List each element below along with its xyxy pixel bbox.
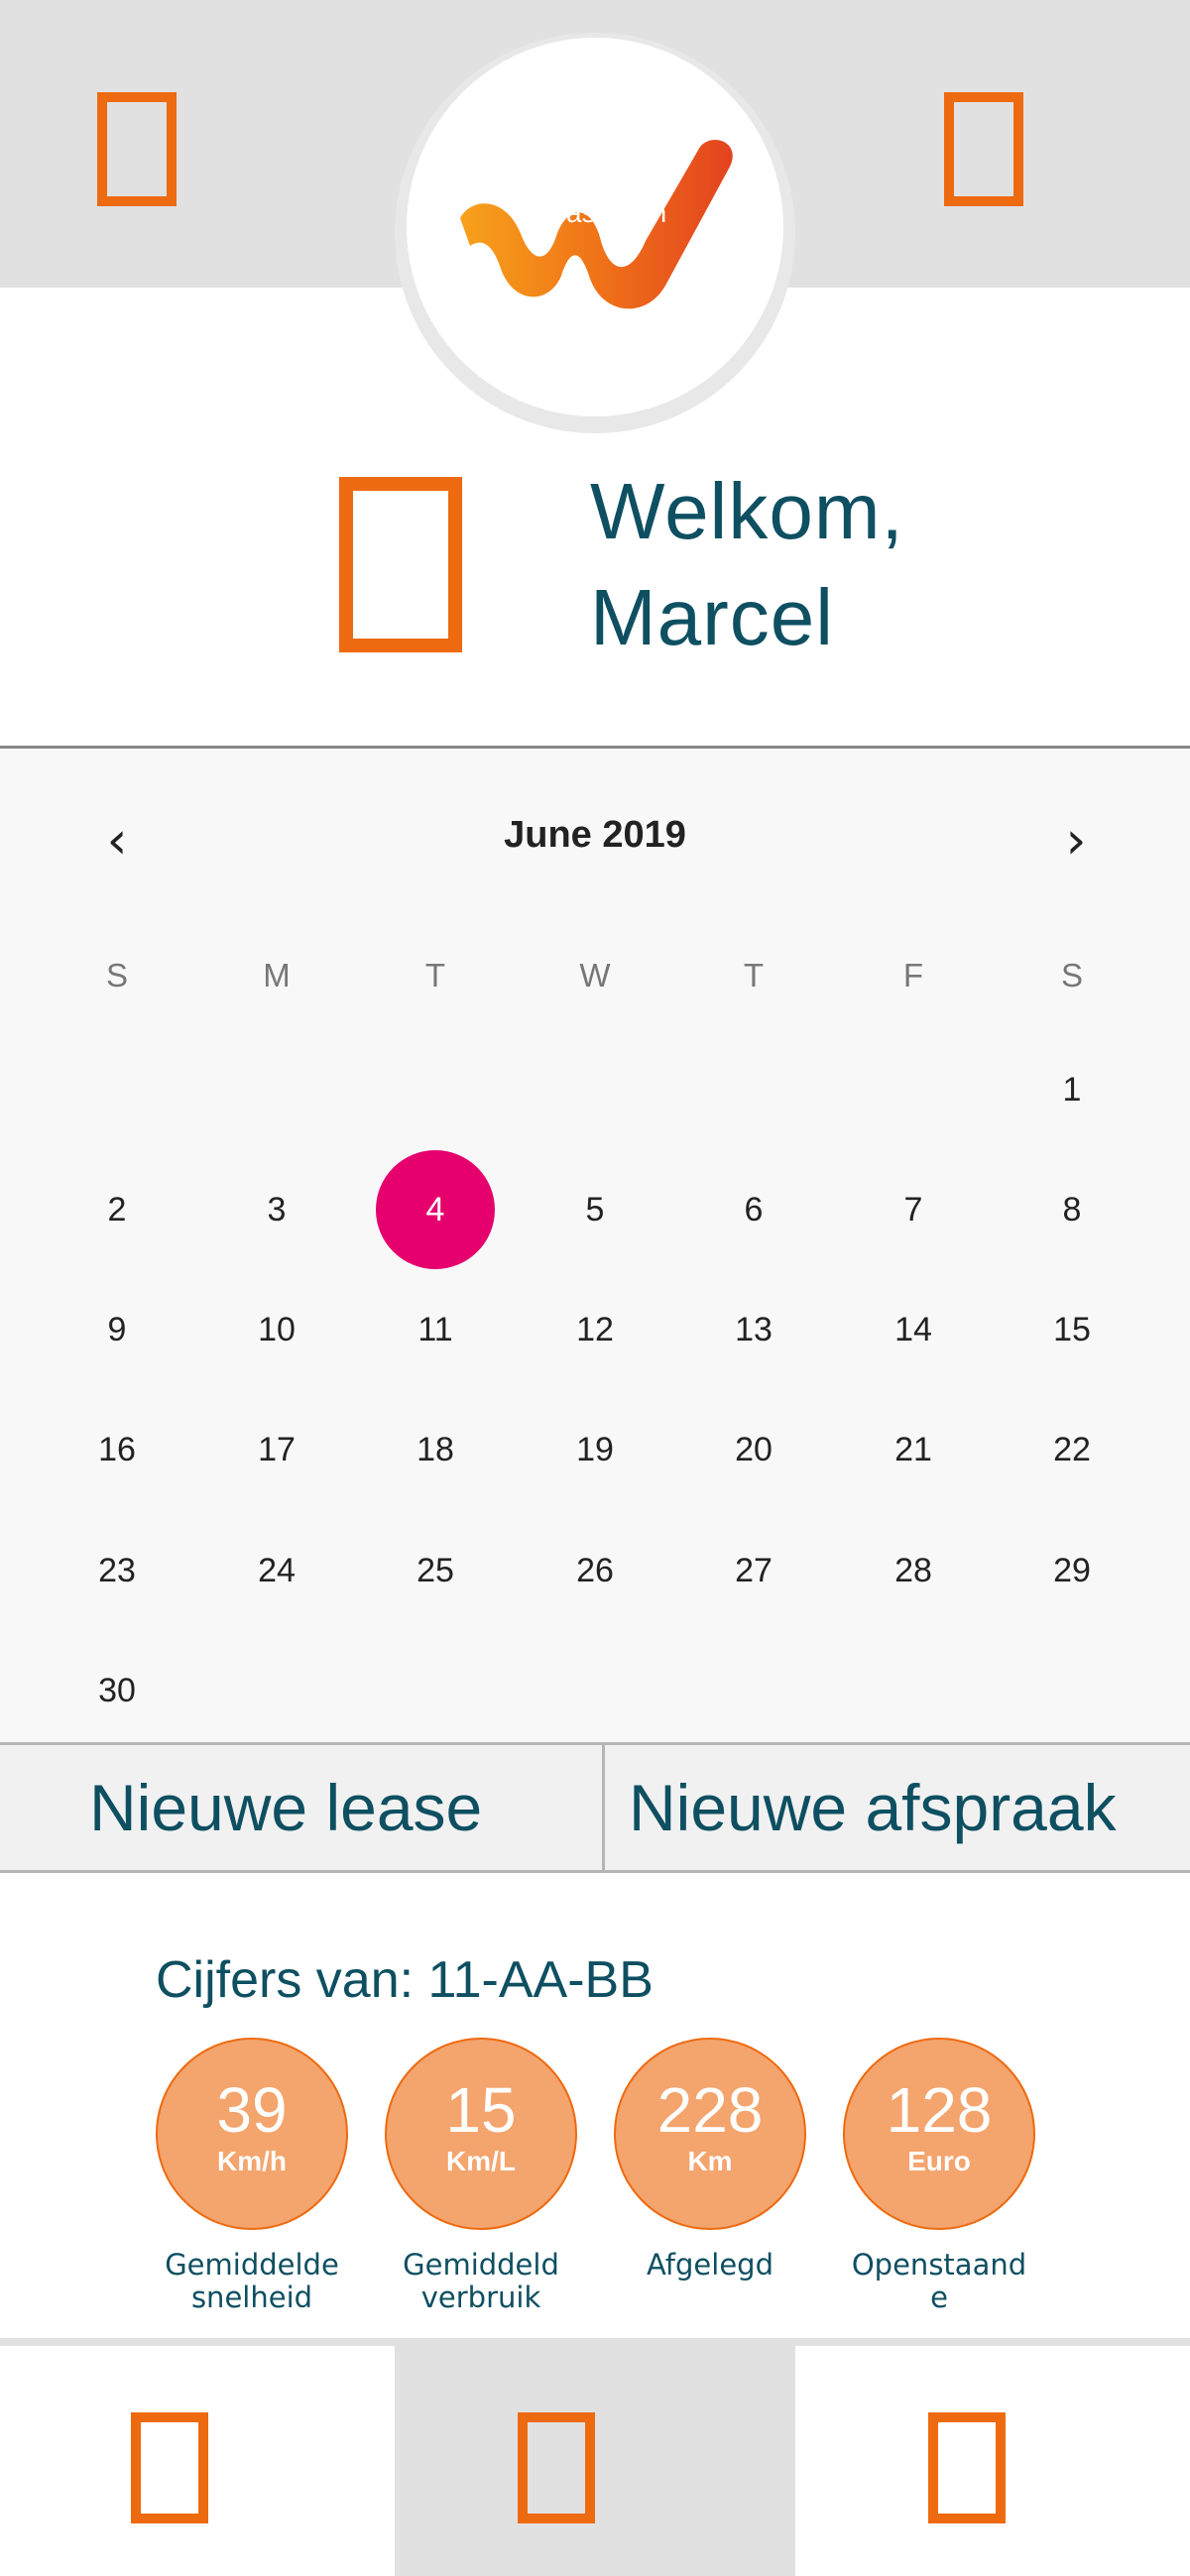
stat-value: 39: [216, 2074, 288, 2146]
calendar-day[interactable]: 5: [536, 1150, 654, 1269]
stat-unit: Euro: [907, 2146, 971, 2176]
calendar-day[interactable]: 23: [58, 1511, 177, 1630]
stat-unit: Km/h: [217, 2146, 287, 2176]
stat-label: Afgelegd: [594, 2249, 826, 2282]
calendar-day[interactable]: 28: [854, 1511, 973, 1630]
weekday-label: F: [902, 957, 924, 994]
stat-item: 128 Euro Openstaand e: [843, 2038, 1035, 2314]
calendar-month-title: June 2019: [504, 814, 686, 856]
logo-text: LeasePlan: [536, 197, 666, 228]
stat-label-line: e: [930, 2281, 948, 2314]
calendar-day[interactable]: 26: [536, 1511, 654, 1630]
stat-item: 15 Km/L Gemiddeld verbruik: [385, 2038, 577, 2314]
profile-icon[interactable]: [944, 92, 1023, 206]
stat-item: 228 Km Afgelegd: [614, 2038, 806, 2282]
calendar-day[interactable]: 17: [217, 1390, 336, 1509]
nav-item-home[interactable]: [0, 2346, 395, 2576]
calendar-day[interactable]: 9: [58, 1270, 177, 1389]
stat-circle: 128 Euro: [843, 2038, 1035, 2230]
weekday-label: T: [743, 957, 765, 994]
new-appointment-button[interactable]: Nieuwe afspraak: [629, 1745, 1117, 1870]
stat-value: 128: [886, 2074, 993, 2146]
stat-item: 39 Km/h Gemiddelde snelheid: [156, 2038, 348, 2314]
calendar-day[interactable]: 22: [1012, 1390, 1131, 1509]
stat-circle: 15 Km/L: [385, 2038, 577, 2230]
calendar-day[interactable]: 21: [854, 1390, 973, 1509]
leaseplan-logo: LeasePlan: [460, 139, 733, 309]
stat-circle: 228 Km: [614, 2038, 806, 2230]
stat-value: 228: [656, 2074, 764, 2146]
stat-label: Openstaand e: [823, 2249, 1055, 2314]
nav-item-car[interactable]: [395, 2346, 795, 2576]
car-icon: [518, 2412, 595, 2523]
stat-circle: 39 Km/h: [156, 2038, 348, 2230]
welcome-user-name: Marcel: [590, 573, 835, 661]
stat-label-line: Gemiddeld: [403, 2248, 559, 2282]
calendar-day[interactable]: 13: [694, 1270, 813, 1389]
new-lease-button[interactable]: Nieuwe lease: [89, 1745, 482, 1870]
weekday-label: W: [579, 957, 611, 994]
logo-badge: LeasePlan: [395, 33, 795, 433]
calendar-day[interactable]: 18: [376, 1390, 495, 1509]
calendar-day[interactable]: 10: [217, 1270, 336, 1389]
stat-label-line: Openstaand: [851, 2248, 1027, 2282]
calendar-day[interactable]: 11: [376, 1270, 495, 1389]
settings-icon: [928, 2412, 1006, 2523]
stat-unit: Km/L: [446, 2146, 516, 2176]
calendar-day[interactable]: 12: [536, 1270, 654, 1389]
calendar-day[interactable]: 3: [217, 1150, 336, 1269]
calendar-day[interactable]: 20: [694, 1390, 813, 1509]
calendar-day[interactable]: 8: [1012, 1150, 1131, 1269]
action-divider: [602, 1745, 605, 1870]
calendar-day[interactable]: 6: [694, 1150, 813, 1269]
stat-label-line: Afgelegd: [647, 2248, 774, 2282]
weekday-label: S: [1060, 957, 1083, 994]
welcome-message: Welkom, Marcel: [590, 458, 904, 670]
stat-label: Gemiddeld verbruik: [365, 2249, 597, 2314]
calendar-day[interactable]: 30: [58, 1631, 177, 1750]
menu-icon[interactable]: [97, 92, 177, 206]
stat-value: 15: [445, 2074, 517, 2146]
stat-label-line: snelheid: [190, 2281, 313, 2314]
home-icon: [131, 2412, 208, 2523]
weekday-label: M: [263, 957, 291, 994]
calendar-day[interactable]: 16: [58, 1390, 177, 1509]
nav-item-settings[interactable]: [795, 2346, 1190, 2576]
stat-label: Gemiddelde snelheid: [136, 2249, 368, 2314]
calendar-day[interactable]: 14: [854, 1270, 973, 1389]
calendar-day[interactable]: 24: [217, 1511, 336, 1630]
calendar-day[interactable]: 25: [376, 1511, 495, 1630]
calendar-day[interactable]: 29: [1012, 1511, 1131, 1630]
calendar-day[interactable]: 1: [1012, 1030, 1131, 1149]
calendar-day-selected[interactable]: 4: [376, 1150, 495, 1269]
calendar-day[interactable]: 7: [854, 1150, 973, 1269]
stat-label-line: Gemiddelde: [165, 2248, 339, 2282]
stat-unit: Km: [687, 2146, 733, 2176]
logo-circle: LeasePlan: [407, 38, 783, 416]
stats-title: Cijfers van: 11-AA-BB: [156, 1951, 654, 2009]
calendar-day[interactable]: 15: [1012, 1270, 1131, 1389]
welcome-greeting: Welkom,: [590, 467, 904, 555]
calendar-day[interactable]: 2: [58, 1150, 177, 1269]
calendar-day[interactable]: 27: [694, 1511, 813, 1630]
user-icon: [339, 477, 462, 652]
chevron-right-icon[interactable]: ›: [1046, 811, 1106, 871]
action-bar: Nieuwe lease Nieuwe afspraak: [0, 1742, 1190, 1873]
bottom-nav: [0, 2338, 1190, 2576]
calendar-day[interactable]: 19: [536, 1390, 654, 1509]
weekday-label: S: [105, 957, 128, 994]
stat-label-line: verbruik: [420, 2281, 541, 2314]
calendar: ‹ June 2019 › S M T W T F S 1 2 3 4 5 6 7 8 9 10 11 12 13 14…: [0, 746, 1190, 1742]
weekday-label: T: [424, 957, 446, 994]
